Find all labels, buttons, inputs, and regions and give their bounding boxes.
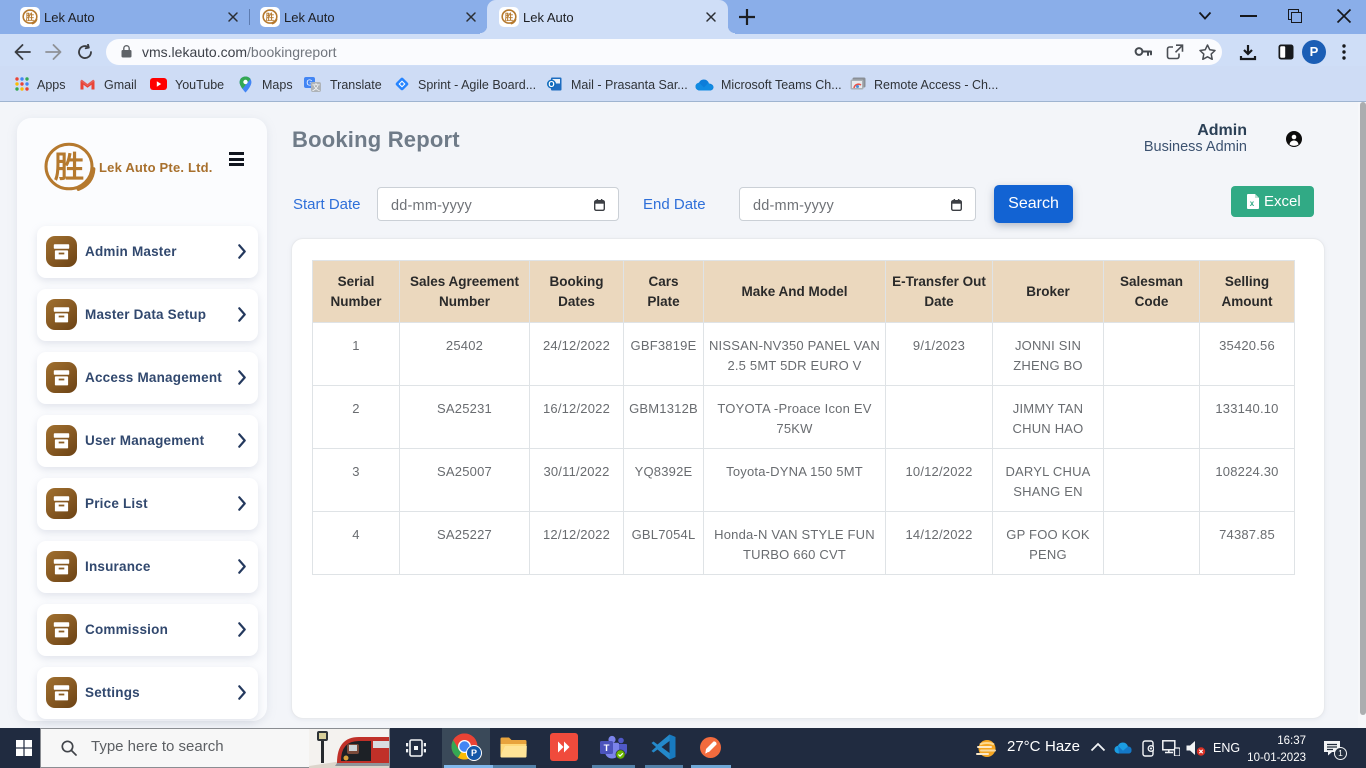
svg-text:O: O (548, 80, 554, 89)
svg-text:T: T (604, 743, 610, 754)
svg-text:胜: 胜 (504, 12, 514, 22)
svg-text:胜: 胜 (25, 12, 35, 22)
svg-text:文: 文 (312, 82, 320, 92)
svg-text:胜: 胜 (54, 152, 84, 185)
svg-text:x: x (1250, 199, 1255, 208)
svg-text:胜: 胜 (265, 12, 275, 22)
